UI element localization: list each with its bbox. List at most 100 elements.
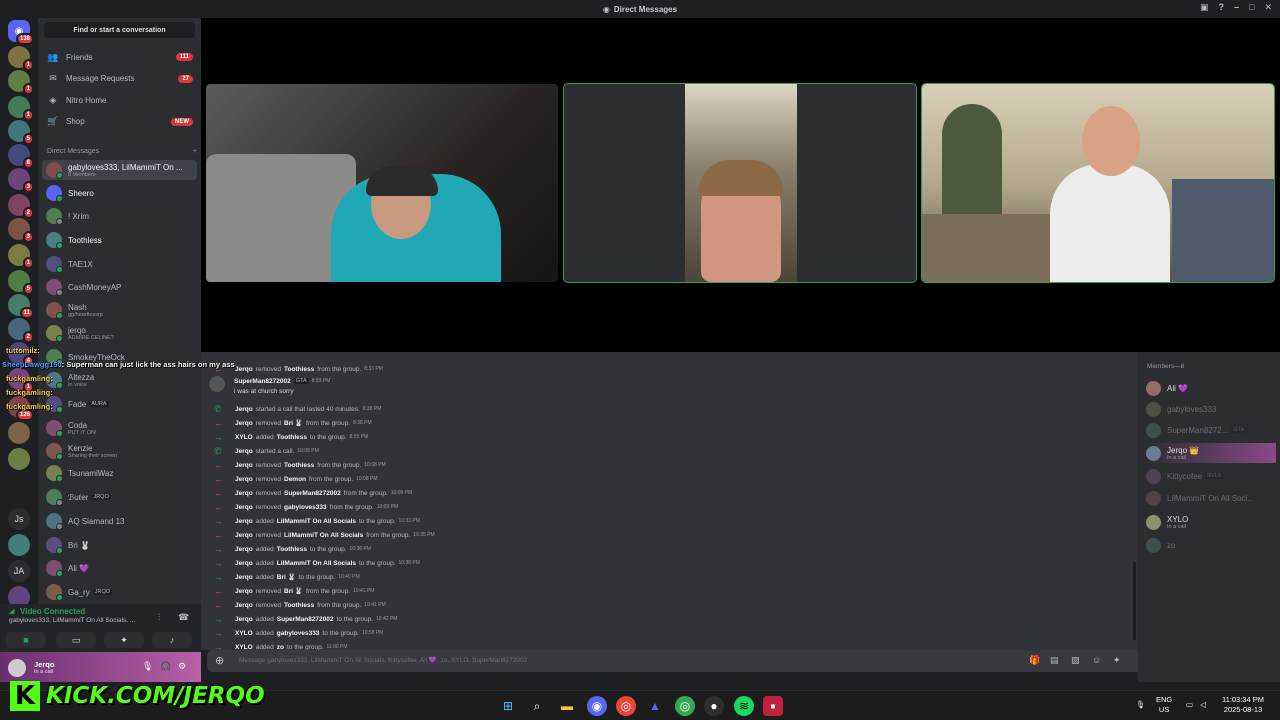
server-icon[interactable]: 5 (8, 270, 34, 295)
target-name[interactable]: gabyloves333 (277, 630, 320, 637)
obs-icon[interactable]: ● (704, 696, 724, 716)
dm-item[interactable]: Bri 🐰 (42, 535, 197, 555)
actor-name[interactable]: Jerqo (235, 532, 253, 539)
member-item[interactable]: Ali 💜 (1146, 378, 1276, 398)
language-indicator[interactable]: ENG US (1156, 695, 1172, 715)
actor-name[interactable]: Jerqo (235, 490, 253, 497)
camera-button[interactable]: ■ (6, 632, 46, 648)
server-icon[interactable] (8, 448, 30, 470)
server-icon[interactable]: 2 (8, 318, 34, 343)
target-name[interactable]: SuperMan8272002 (277, 616, 334, 623)
actor-name[interactable]: XYLO (235, 434, 253, 441)
user-avatar[interactable] (8, 659, 26, 677)
message-avatar[interactable] (209, 376, 225, 392)
minimize-button[interactable]: – (1234, 2, 1239, 13)
target-name[interactable]: Toothless (284, 602, 314, 609)
actor-name[interactable]: Jerqo (235, 462, 253, 469)
start-icon[interactable]: ⊞ (498, 696, 518, 716)
home-button[interactable]: ◉ 138 (8, 20, 34, 45)
dm-item[interactable]: Coda PUT IT ON! (42, 418, 197, 438)
message-composer[interactable]: ⊕ Message gabyloves333, LilMammiT On All… (207, 650, 1144, 672)
actor-name[interactable]: Jerqo (235, 588, 253, 595)
member-item[interactable]: LilMammiT On All Soci... (1146, 488, 1276, 508)
target-name[interactable]: Bri 🐰 (284, 419, 303, 427)
clock[interactable]: 11:03:34 PM 2025-08-13 (1222, 695, 1264, 715)
dm-item[interactable]: Nash gg/heartlessrp (42, 300, 197, 320)
screen-share-button[interactable]: ▭ (56, 632, 96, 648)
chrome-icon[interactable]: ◎ (616, 696, 636, 716)
target-name[interactable]: Bri 🐰 (277, 573, 296, 581)
server-icon[interactable]: 8 (8, 144, 34, 169)
dm-item[interactable]: Ali 💜 (42, 558, 197, 578)
actor-name[interactable]: Jerqo (235, 366, 253, 373)
nav-shop[interactable]: 🛒 Shop NEW (42, 113, 197, 131)
dm-item[interactable]: jerqo ADMIRE CELINE? (42, 323, 197, 343)
mic-tray-icon[interactable]: 🎙 (1136, 700, 1146, 710)
dm-item[interactable]: ! Xrim (42, 206, 197, 226)
server-icon[interactable]: 1 (8, 96, 34, 121)
gif-icon[interactable]: ▤ (1050, 655, 1059, 666)
soundboard-button[interactable]: ♪ (152, 632, 192, 648)
nav-nitro-home[interactable]: ◈ Nitro Home (42, 91, 197, 109)
headphones-icon[interactable]: 🎧 (160, 661, 171, 672)
member-item[interactable]: Jerqo 👑 In a call (1146, 443, 1276, 463)
target-name[interactable]: Toothless (277, 434, 307, 441)
activity-button[interactable]: ✦ (104, 632, 144, 648)
target-name[interactable]: Toothless (284, 366, 314, 373)
dm-item[interactable]: ℬuℓer JRQO (42, 487, 197, 507)
server-icon[interactable]: 1 (8, 70, 34, 95)
mic-icon[interactable]: 🎙 (142, 661, 153, 672)
inbox-icon[interactable]: ▣ (1200, 2, 1209, 13)
member-item[interactable]: XYLO In a call (1146, 512, 1276, 532)
actor-name[interactable]: Jerqo (235, 420, 253, 427)
dm-item[interactable]: Altezza In voice (42, 370, 197, 390)
dm-item[interactable]: Sheero (42, 183, 197, 203)
maximize-button[interactable]: □ (1249, 2, 1254, 13)
server-icon[interactable]: 3 (8, 168, 34, 193)
chrome-profile-icon[interactable]: ◎ (675, 696, 695, 716)
message-input[interactable]: Message gabyloves333, LilMammiT On All S… (239, 656, 527, 664)
emoji-icon[interactable]: ☺ (1092, 655, 1101, 665)
dm-item[interactable]: CashMoneyAP (42, 277, 197, 297)
voicemod-icon[interactable]: ◼ (763, 696, 783, 716)
target-name[interactable]: LilMammiT On All Socials (284, 532, 363, 539)
nav-friends[interactable]: 👥 Friends 111 (42, 48, 197, 66)
dm-item[interactable]: TsunamiWaz (42, 463, 197, 483)
server-icon[interactable]: 5 (8, 120, 34, 145)
close-button[interactable]: ✕ (1264, 2, 1272, 13)
target-name[interactable]: Toothless (277, 546, 307, 553)
create-dm-button[interactable]: + (193, 148, 197, 155)
server-icon[interactable]: 2 (8, 194, 34, 219)
target-name[interactable]: LilMammiT On All Socials (277, 518, 356, 525)
video-tile-2[interactable] (563, 83, 917, 283)
target-name[interactable]: Toothless (284, 462, 314, 469)
dm-item[interactable]: gabyloves333, LilMammiT On ... 8 Members (42, 160, 197, 180)
dm-item[interactable]: TAE1X (42, 254, 197, 274)
target-name[interactable]: gabyloves333 (284, 504, 327, 511)
spotify-icon[interactable]: ≋ (734, 696, 754, 716)
attach-icon[interactable]: ⊕ (215, 654, 224, 667)
target-name[interactable]: LilMammiT On All Socials (277, 560, 356, 567)
disconnect-icon[interactable]: ☎ (178, 612, 189, 623)
member-item[interactable]: zo (1146, 535, 1276, 555)
dm-item[interactable]: Fade AURA (42, 394, 197, 414)
video-tile-3[interactable] (921, 83, 1275, 283)
actor-name[interactable]: Jerqo (235, 602, 253, 609)
discord-taskbar-icon[interactable]: ◉ (587, 696, 607, 716)
actor-name[interactable]: Jerqo (235, 574, 253, 581)
gift-icon[interactable]: 🎁 (1029, 655, 1040, 666)
target-name[interactable]: Bri 🐰 (284, 587, 303, 595)
server-icon[interactable] (8, 422, 30, 444)
server-icon[interactable]: JA (8, 560, 30, 582)
server-icon[interactable]: 1 (8, 244, 34, 269)
dm-item[interactable]: Kenzie Sharing their screen (42, 441, 197, 461)
scrollbar[interactable] (1133, 562, 1136, 640)
member-item[interactable]: gabyloves333 (1146, 399, 1276, 419)
server-icon[interactable]: 11 (8, 294, 34, 319)
member-item[interactable]: Kittycofee RVLS (1146, 466, 1276, 486)
server-icon[interactable] (8, 534, 30, 556)
member-item[interactable]: SuperMan8272... GTA (1146, 420, 1276, 440)
actor-name[interactable]: Jerqo (235, 448, 253, 455)
dm-item[interactable]: Ga_ry JRQO (42, 582, 197, 602)
volume-icon[interactable]: ◁ (1200, 700, 1206, 710)
